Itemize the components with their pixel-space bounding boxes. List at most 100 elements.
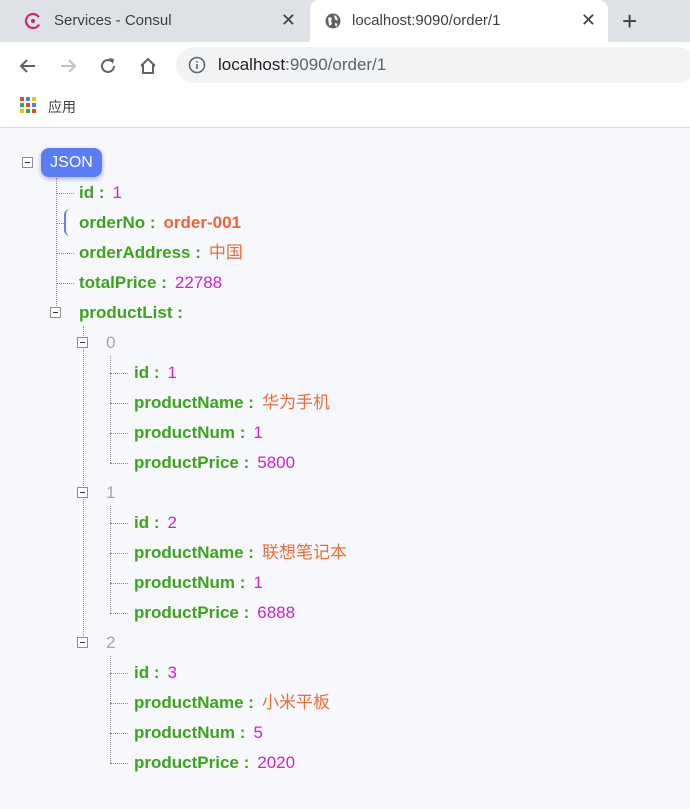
field-key: totalPrice : — [79, 273, 167, 292]
hover-bracket — [64, 209, 71, 236]
url-host: localhost — [218, 55, 286, 74]
json-root-badge[interactable]: JSON — [41, 148, 102, 177]
field-key: id : — [134, 363, 160, 382]
product-price[interactable]: productPrice : 6888 — [134, 602, 295, 624]
tree-branch — [110, 613, 128, 614]
bookmarks-bar — [0, 88, 690, 128]
tree-branch — [110, 463, 128, 464]
forward-arrow-icon — [61, 59, 77, 73]
field-key: productName : — [134, 693, 254, 712]
array-index: 1 — [106, 483, 116, 502]
field-key: productPrice : — [134, 603, 250, 622]
toolbar: localhost:9090/order/1 — [0, 42, 690, 88]
field-key: productNum : — [134, 423, 246, 442]
field-orderAddress[interactable]: orderAddress : 中国 — [79, 242, 243, 264]
field-key: productName : — [134, 543, 254, 562]
field-key: productPrice : — [134, 453, 250, 472]
product-price[interactable]: productPrice : 2020 — [134, 752, 295, 774]
product-name[interactable]: productName : 华为手机 — [134, 392, 330, 414]
field-value: 联想笔记本 — [261, 543, 347, 562]
collapse-productList-toggle[interactable] — [50, 307, 61, 318]
tree-branch — [110, 433, 128, 434]
tab-strip: Services - Consul ✕ localhost:9090/order… — [0, 0, 690, 42]
field-id[interactable]: id : 1 — [79, 182, 122, 204]
reload-icon — [101, 58, 115, 73]
product-id[interactable]: id : 1 — [134, 362, 177, 384]
field-value: 中国 — [208, 243, 243, 262]
field-key: id : — [134, 513, 160, 532]
close-tab-icon[interactable]: ✕ — [581, 10, 596, 31]
product-name[interactable]: productName : 小米平板 — [134, 692, 330, 714]
new-tab-button[interactable]: + — [622, 6, 637, 36]
url-text[interactable]: localhost:9090/order/1 — [218, 55, 386, 75]
tree-branch — [110, 583, 128, 584]
field-orderNo[interactable]: orderNo : order-001 — [79, 212, 241, 234]
back-button[interactable] — [16, 54, 40, 78]
field-key: productNum : — [134, 573, 246, 592]
tree-branch — [110, 523, 128, 524]
close-tab-icon[interactable]: ✕ — [281, 10, 296, 31]
home-button[interactable] — [136, 54, 160, 78]
tree-branch — [56, 283, 74, 284]
info-icon[interactable] — [188, 56, 206, 74]
array-index: 0 — [106, 333, 116, 352]
field-key: productList : — [79, 303, 183, 322]
tree-branch — [110, 733, 128, 734]
consul-icon — [24, 12, 42, 30]
apps-bookmark[interactable]: 应用 — [48, 97, 76, 117]
field-value: 1 — [112, 183, 122, 202]
field-value: 22788 — [174, 273, 223, 292]
array-index: 2 — [106, 633, 116, 652]
tree-branch — [110, 763, 128, 764]
tree-branch — [110, 703, 128, 704]
collapse-root-toggle[interactable] — [22, 157, 33, 168]
tree-branch — [56, 223, 64, 224]
field-value: 2020 — [257, 753, 296, 772]
apps-grid-icon[interactable] — [20, 97, 36, 113]
field-value: 1 — [253, 423, 263, 442]
address-bar[interactable]: localhost:9090/order/1 — [176, 47, 690, 83]
field-value: 5800 — [257, 453, 296, 472]
product-num[interactable]: productNum : 1 — [134, 422, 263, 444]
tree-branch — [110, 373, 128, 374]
field-value: 6888 — [257, 603, 296, 622]
tree-branch — [110, 553, 128, 554]
product-price[interactable]: productPrice : 5800 — [134, 452, 295, 474]
forward-button[interactable] — [56, 54, 80, 78]
tree-branch — [56, 253, 74, 254]
reload-button[interactable] — [96, 54, 120, 78]
field-value: 2 — [167, 513, 177, 532]
tab-title: Services - Consul — [54, 12, 172, 29]
field-key: productName : — [134, 393, 254, 412]
url-path: :9090/order/1 — [285, 55, 387, 74]
field-value: order-001 — [163, 213, 241, 232]
globe-icon — [325, 13, 341, 29]
back-arrow-icon — [19, 59, 35, 73]
collapse-item-toggle[interactable] — [77, 487, 88, 498]
product-id[interactable]: id : 3 — [134, 662, 177, 684]
tab-consul[interactable]: Services - Consul ✕ — [12, 0, 308, 42]
product-name[interactable]: productName : 联想笔记本 — [134, 542, 347, 564]
field-key: id : — [79, 183, 105, 202]
collapse-item-toggle[interactable] — [77, 337, 88, 348]
product-num[interactable]: productNum : 5 — [134, 722, 263, 744]
tab-order[interactable]: localhost:9090/order/1 ✕ — [310, 0, 608, 42]
field-value: 小米平板 — [261, 693, 330, 712]
field-productList[interactable]: productList : — [79, 302, 183, 324]
product-id[interactable]: id : 2 — [134, 512, 177, 534]
field-value: 3 — [167, 663, 177, 682]
field-value: 1 — [167, 363, 177, 382]
tree-branch — [110, 673, 128, 674]
field-key: orderAddress : — [79, 243, 201, 262]
collapse-item-toggle[interactable] — [77, 637, 88, 648]
field-key: id : — [134, 663, 160, 682]
field-key: productNum : — [134, 723, 246, 742]
field-value: 华为手机 — [261, 393, 330, 412]
field-totalPrice[interactable]: totalPrice : 22788 — [79, 272, 222, 294]
field-value: 5 — [253, 723, 263, 742]
home-icon — [140, 57, 156, 74]
tab-title: localhost:9090/order/1 — [352, 12, 501, 29]
product-num[interactable]: productNum : 1 — [134, 572, 263, 594]
field-key: orderNo : — [79, 213, 156, 232]
tree-branch — [56, 193, 74, 194]
